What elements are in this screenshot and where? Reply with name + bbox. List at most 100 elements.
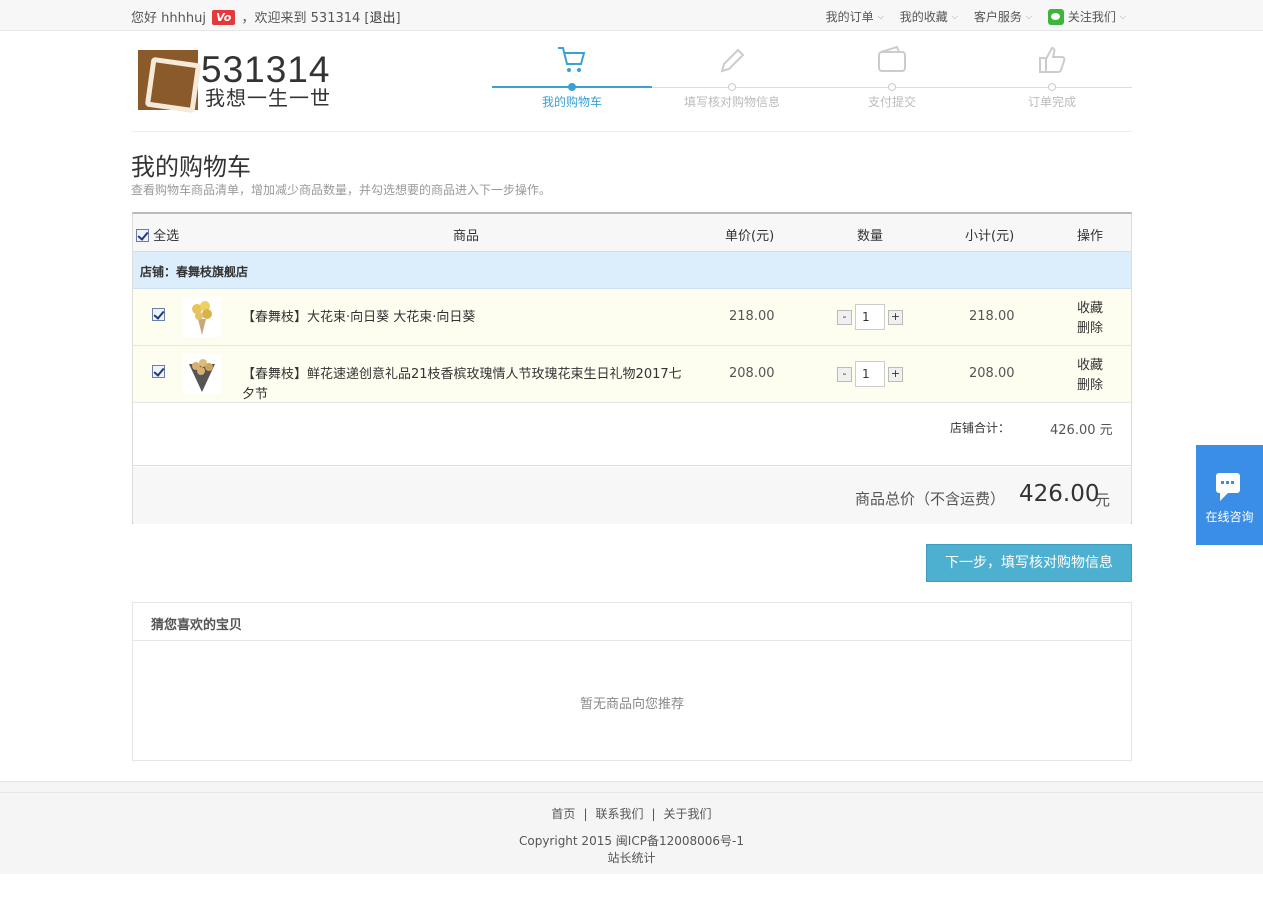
cart-item: 【春舞枝】大花束·向日葵 大花束·向日葵 218.00 - + 218.00 收… (133, 289, 1131, 346)
thumbs-up-icon (1036, 44, 1068, 76)
chevron-down-icon: ⌵ (951, 11, 958, 21)
step-cart: 我的购物车 (492, 40, 652, 109)
increase-button[interactable]: + (888, 366, 903, 382)
step-fill-info: 填写核对购物信息 (652, 40, 812, 109)
grand-total-label: 商品总价（不含运费） (855, 490, 1006, 508)
product-image-roses[interactable] (183, 354, 221, 394)
footer-contact-link[interactable]: 联系我们 (595, 807, 643, 821)
pencil-icon (716, 44, 748, 76)
step-payment: 支付提交 (812, 40, 972, 109)
cart-header: 全选 商品 单价(元) 数量 小计(元) 操作 (133, 214, 1131, 252)
unit-price: 208.00 (729, 366, 775, 381)
footer-divider (0, 792, 1263, 793)
site-logo[interactable]: 531314 我想一生一世 (138, 50, 334, 112)
chevron-down-icon: ⌵ (877, 11, 884, 21)
select-all[interactable]: 全选 (136, 225, 179, 244)
favorite-link[interactable]: 收藏 (1077, 356, 1103, 376)
shop-total-value: 426.00 元 (1050, 423, 1113, 438)
checkout-steps: 我的购物车 填写核对购物信息 支付提交 订单完成 (492, 40, 1132, 112)
online-consult-label: 在线咨询 (1205, 510, 1254, 524)
recommendations-empty: 暂无商品向您推荐 (579, 697, 684, 712)
quantity-input[interactable] (855, 361, 885, 387)
quantity-input[interactable] (855, 304, 885, 330)
product-image-sunflower[interactable] (183, 297, 221, 337)
decrease-button[interactable]: - (837, 309, 852, 325)
shop-row: 店铺：春舞枝旗舰店 (133, 252, 1131, 289)
cart-item: 【春舞枝】鲜花速递创意礼品21枝香槟玫瑰情人节玫瑰花束生日礼物2017七夕节 2… (133, 346, 1131, 403)
item-actions: 收藏 删除 (1077, 299, 1103, 339)
favorite-link[interactable]: 收藏 (1077, 299, 1103, 319)
customer-service-menu[interactable]: 客户服务 ⌵ (974, 8, 1032, 25)
step-dot (888, 83, 896, 91)
footer-home-link[interactable]: 首页 (551, 807, 575, 821)
step-dot (568, 83, 576, 91)
next-step-button[interactable]: 下一步，填写核对购物信息 (926, 544, 1132, 582)
wallet-icon (876, 44, 908, 76)
logout-link[interactable]: 退出 (369, 11, 395, 26)
shop-total-label: 店铺合计： (950, 421, 1011, 435)
checkbox-checked-icon[interactable] (152, 308, 165, 321)
step-label: 我的购物车 (541, 95, 602, 109)
item-subtotal: 208.00 (969, 366, 1015, 381)
item-checkbox[interactable] (152, 365, 165, 380)
product-name[interactable]: 【春舞枝】大花束·向日葵 大花束·向日葵 (242, 308, 682, 328)
product-name[interactable]: 【春舞枝】鲜花速递创意礼品21枝香槟玫瑰情人节玫瑰花束生日礼物2017七夕节 (242, 365, 682, 405)
step-label: 订单完成 (1027, 95, 1076, 109)
my-orders-menu[interactable]: 我的订单 ⌵ (826, 8, 884, 25)
footer: 首页 | 联系我们 | 关于我们 Copyright 2015 闽ICP备1200800… (0, 781, 1263, 874)
delete-link[interactable]: 删除 (1077, 319, 1103, 339)
user-greeting: 您好 hhhhuj Vo ，欢迎来到 531314 [退出] (131, 7, 401, 26)
checkbox-checked-icon[interactable] (152, 365, 165, 378)
separator: | (651, 807, 656, 821)
step-label: 支付提交 (867, 95, 916, 109)
welcome-text: ，欢迎来到 531314 [ (241, 11, 370, 26)
copyright: Copyright 2015 闽ICP备12008006号-1 (518, 834, 744, 848)
logo-mark-icon (138, 50, 198, 110)
cart-icon (556, 44, 588, 76)
grand-total-unit: 元 (1095, 491, 1111, 509)
recommendations-title: 猜您喜欢的宝贝 (133, 603, 1131, 641)
chevron-down-icon: ⌵ (1025, 11, 1032, 21)
col-quantity: 数量 (857, 229, 884, 244)
quantity-stepper: - + (837, 361, 903, 387)
vip-badge: Vo (212, 10, 236, 25)
select-all-label: 全选 (153, 229, 180, 244)
item-actions: 收藏 删除 (1077, 356, 1103, 396)
separator: | (583, 807, 588, 821)
step-dot (1048, 83, 1056, 91)
chat-bubble-icon (1216, 473, 1240, 501)
checkbox-checked-icon[interactable] (136, 229, 149, 242)
site-stats-link[interactable]: 站长统计 (0, 849, 1263, 866)
step-dot (728, 83, 736, 91)
unit-price: 218.00 (729, 309, 775, 324)
top-bar: 您好 hhhhuj Vo ，欢迎来到 531314 [退出] 我的订单 ⌵ 我的收… (0, 0, 1263, 31)
col-unit-price: 单价(元) (725, 229, 775, 244)
my-favorites-menu[interactable]: 我的收藏 ⌵ (900, 8, 958, 25)
grand-total: 商品总价（不含运费） 426.00 元 (133, 467, 1131, 524)
item-subtotal: 218.00 (969, 309, 1015, 324)
col-subtotal: 小计(元) (965, 229, 1015, 244)
delete-link[interactable]: 删除 (1077, 376, 1103, 396)
follow-us-menu[interactable]: 关注我们 ⌵ (1047, 8, 1126, 25)
logo-slogan: 我想一生一世 (205, 86, 331, 110)
page-subtitle: 查看购物车商品清单，增加减少商品数量，并勾选想要的商品进入下一步操作。 (131, 183, 552, 197)
footer-about-link[interactable]: 关于我们 (664, 807, 712, 821)
decrease-button[interactable]: - (837, 366, 852, 382)
logo-number: 531314 (201, 49, 331, 90)
customer-service-label: 客户服务 (973, 10, 1022, 24)
col-actions: 操作 (1077, 229, 1104, 244)
item-checkbox[interactable] (152, 308, 165, 323)
header-divider (131, 131, 1132, 132)
follow-us-label: 关注我们 (1067, 10, 1116, 24)
shop-total: 店铺合计： 426.00 元 (133, 403, 1131, 466)
increase-button[interactable]: + (888, 309, 903, 325)
online-consult-button[interactable]: 在线咨询 (1196, 445, 1263, 545)
step-label: 填写核对购物信息 (683, 95, 780, 109)
wechat-icon (1047, 8, 1064, 25)
chevron-down-icon: ⌵ (1119, 11, 1126, 21)
col-product: 商品 (453, 229, 480, 244)
footer-links: 首页 | 联系我们 | 关于我们 (0, 805, 1263, 822)
grand-total-value: 426.00 (1019, 481, 1100, 507)
greeting-text: 您好 hhhhuj (131, 11, 206, 26)
my-favorites-label: 我的收藏 (899, 10, 948, 24)
